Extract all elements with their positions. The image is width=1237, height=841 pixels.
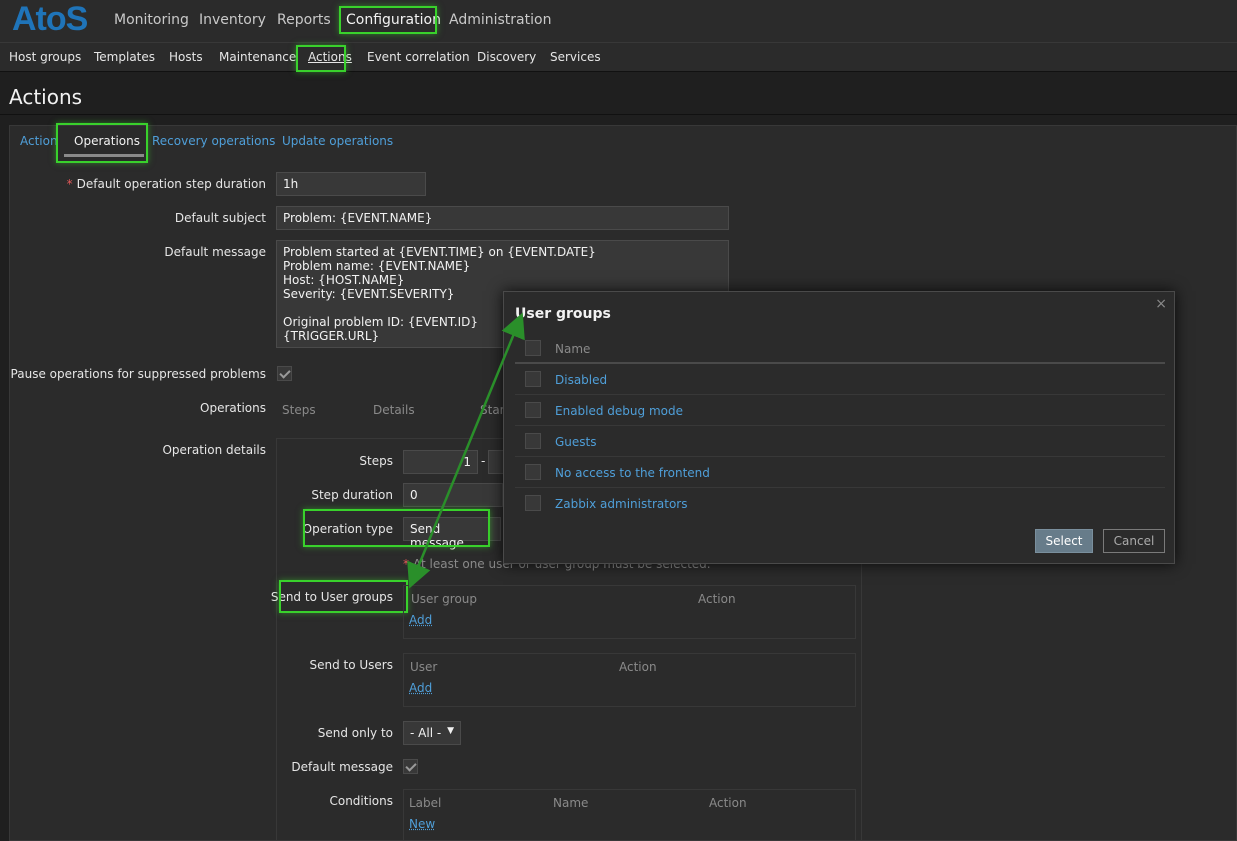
user-group-row: Disabled: [515, 364, 1165, 395]
sub-nav: Host groups Templates Hosts Maintenance …: [0, 43, 1237, 72]
highlight-operation-type: [303, 509, 490, 547]
conditions-header-name: Name: [553, 796, 589, 810]
user-group-name[interactable]: Guests: [555, 435, 597, 449]
user-group-name[interactable]: Disabled: [555, 373, 607, 387]
user-group-row: Zabbix administrators: [515, 488, 1165, 519]
conditions-table: [403, 789, 856, 841]
highlight-actions: [296, 45, 346, 72]
modal-header-row: Name: [515, 333, 1165, 364]
user-groups-header-action: Action: [698, 592, 736, 606]
operations-header-details: Details: [373, 403, 415, 417]
tab-action[interactable]: Action: [20, 134, 58, 148]
add-user-link[interactable]: Add: [409, 681, 432, 695]
tab-recovery-operations[interactable]: Recovery operations: [152, 134, 275, 148]
conditions-header-label: Label: [409, 796, 442, 810]
submenu-services[interactable]: Services: [550, 50, 601, 64]
submenu-host-groups[interactable]: Host groups: [9, 50, 81, 64]
user-group-checkbox[interactable]: [525, 464, 541, 480]
submenu-maintenance[interactable]: Maintenance: [219, 50, 296, 64]
highlight-operations-tab: [56, 123, 148, 163]
user-groups-header-group: User group: [411, 592, 478, 606]
highlight-send-to-user-groups: [279, 580, 408, 613]
title-divider: [0, 114, 1237, 115]
select-button[interactable]: Select: [1035, 529, 1093, 553]
top-nav: AtoS Monitoring Inventory Reports Config…: [0, 0, 1237, 43]
step-duration-label: * Default operation step duration: [66, 177, 266, 191]
default-message-op-label: Default message: [291, 760, 393, 774]
conditions-header-action: Action: [709, 796, 747, 810]
send-to-users-label: Send to Users: [309, 658, 393, 672]
submenu-discovery[interactable]: Discovery: [477, 50, 536, 64]
user-group-row: Guests: [515, 426, 1165, 457]
atos-logo[interactable]: AtoS: [12, 0, 88, 39]
step-dur-label: Step duration: [311, 488, 393, 502]
operation-details-label: Operation details: [162, 443, 266, 457]
step-dur-input[interactable]: 0: [403, 483, 503, 507]
users-header-action: Action: [619, 660, 657, 674]
submenu-event-correlation[interactable]: Event correlation: [367, 50, 470, 64]
steps-from-input[interactable]: 1: [403, 450, 478, 474]
steps-separator: -: [481, 454, 486, 468]
cancel-button[interactable]: Cancel: [1103, 529, 1165, 553]
user-group-checkbox[interactable]: [525, 495, 541, 511]
user-group-name[interactable]: Zabbix administrators: [555, 497, 687, 511]
page-title: Actions: [9, 85, 83, 109]
name-column-header: Name: [555, 342, 591, 356]
pause-operations-label: Pause operations for suppressed problems: [10, 367, 266, 381]
steps-label: Steps: [359, 454, 393, 468]
user-group-row: Enabled debug mode: [515, 395, 1165, 426]
user-groups-modal: User groups × Name Disabled Enabled debu…: [503, 291, 1175, 564]
user-group-name[interactable]: No access to the frontend: [555, 466, 710, 480]
select-all-checkbox[interactable]: [525, 340, 541, 356]
highlight-configuration: [339, 6, 437, 34]
new-condition-link[interactable]: New: [409, 817, 435, 831]
users-header-user: User: [410, 660, 438, 674]
default-subject-input[interactable]: Problem: {EVENT.NAME}: [276, 206, 729, 230]
step-duration-input[interactable]: 1h: [276, 172, 426, 196]
user-group-checkbox[interactable]: [525, 371, 541, 387]
user-group-checkbox[interactable]: [525, 402, 541, 418]
modal-title: User groups: [515, 306, 611, 322]
user-group-name[interactable]: Enabled debug mode: [555, 404, 683, 418]
user-group-checkbox[interactable]: [525, 433, 541, 449]
menu-reports[interactable]: Reports: [277, 12, 331, 28]
operations-header-steps: Steps: [282, 403, 316, 417]
send-only-to-label: Send only to: [317, 726, 393, 740]
menu-administration[interactable]: Administration: [449, 12, 551, 28]
submenu-templates[interactable]: Templates: [94, 50, 155, 64]
default-subject-label: Default subject: [174, 211, 266, 225]
conditions-label: Conditions: [329, 794, 393, 808]
pause-operations-checkbox[interactable]: [277, 366, 292, 381]
submenu-hosts[interactable]: Hosts: [169, 50, 203, 64]
close-icon[interactable]: ×: [1155, 296, 1167, 312]
default-message-label: Default message: [164, 245, 266, 259]
tab-update-operations[interactable]: Update operations: [282, 134, 393, 148]
default-message-checkbox[interactable]: [403, 759, 418, 774]
send-only-to-select[interactable]: - All - ▼: [403, 721, 461, 745]
menu-monitoring[interactable]: Monitoring: [114, 12, 189, 28]
dropdown-arrow-icon: ▼: [447, 726, 454, 736]
menu-inventory[interactable]: Inventory: [199, 12, 266, 28]
add-user-group-link[interactable]: Add: [409, 613, 432, 627]
operations-label: Operations: [200, 401, 266, 415]
user-group-row: No access to the frontend: [515, 457, 1165, 488]
